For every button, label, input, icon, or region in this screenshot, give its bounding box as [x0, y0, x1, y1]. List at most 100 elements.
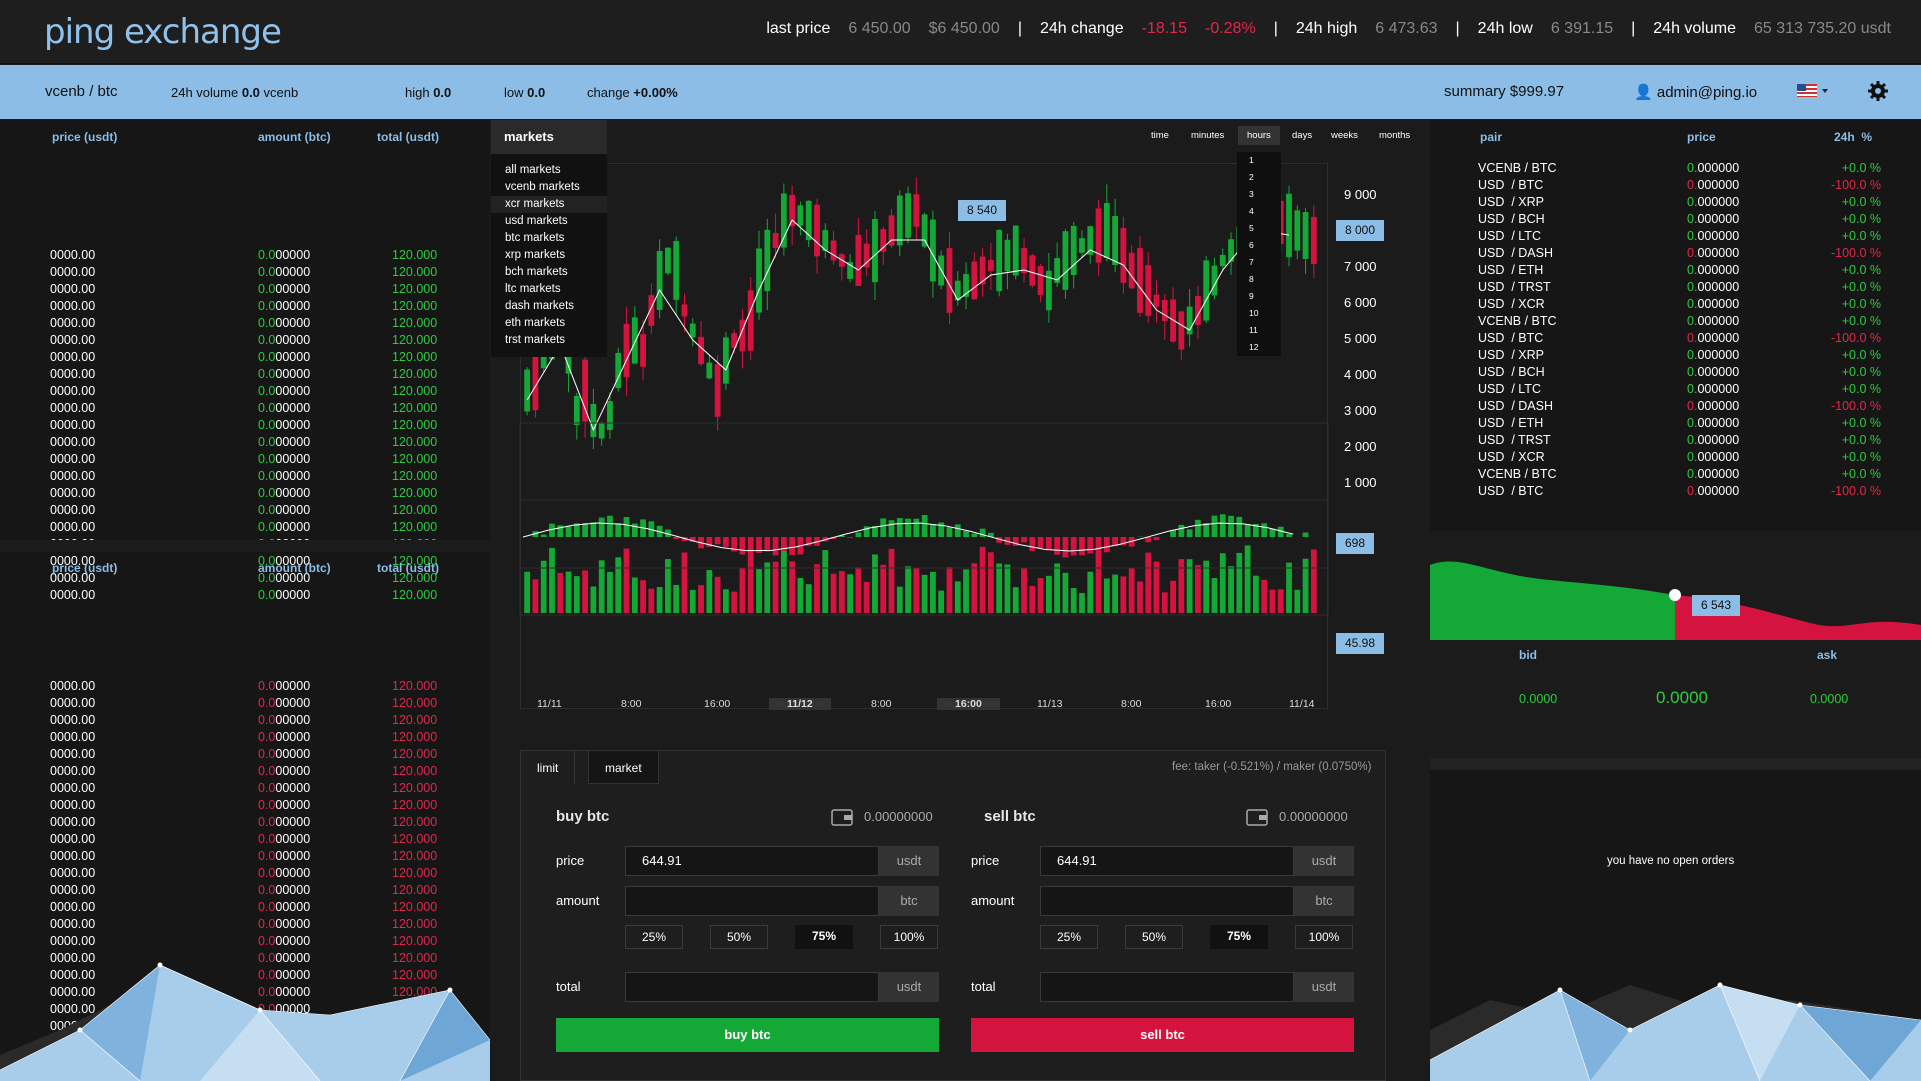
timeframe-tab-time[interactable]: time — [1151, 130, 1169, 141]
hour-option[interactable]: 9 — [1237, 288, 1281, 305]
order-row[interactable]: 0000.00 0.000000 120.000 — [0, 917, 490, 934]
order-row[interactable]: 0000.00 0.000000 120.000 — [0, 282, 490, 299]
markets-menu-item[interactable]: all markets — [491, 162, 607, 179]
order-row[interactable]: 0000.00 0.000000 120.000 — [0, 713, 490, 730]
hour-option[interactable]: 1 — [1237, 152, 1281, 169]
pair-row[interactable]: USD / XRP 0.000000 +0.0 % — [1430, 348, 1921, 365]
hour-option[interactable]: 3 — [1237, 186, 1281, 203]
buy-percent-75[interactable]: 75% — [795, 925, 853, 949]
order-row[interactable]: 0000.00 0.000000 120.000 — [0, 401, 490, 418]
depth-chart[interactable] — [1430, 545, 1921, 640]
tab-limit[interactable]: limit — [520, 750, 576, 784]
pair-row[interactable]: USD / XCR 0.000000 +0.0 % — [1430, 297, 1921, 314]
order-row[interactable]: 0000.00 0.000000 120.000 — [0, 350, 490, 367]
markets-menu[interactable]: markets all markets vcenb markets xcr mark… — [491, 120, 607, 357]
markets-menu-title[interactable]: markets — [491, 120, 607, 154]
markets-menu-item[interactable]: xcr markets — [491, 196, 607, 213]
order-row[interactable]: 0000.00 0.000000 120.000 — [0, 486, 490, 503]
sell-amount-input[interactable] — [1040, 886, 1294, 916]
pair-row[interactable]: USD / ETH 0.000000 +0.0 % — [1430, 416, 1921, 433]
order-row[interactable]: 0000.00 0.000000 120.000 — [0, 503, 490, 520]
language-selector[interactable] — [1797, 84, 1831, 101]
order-row[interactable]: 0000.00 0.000000 120.000 — [0, 764, 490, 781]
buy-percent-50[interactable]: 50% — [710, 925, 768, 949]
pair-row[interactable]: USD / LTC 0.000000 +0.0 % — [1430, 382, 1921, 399]
buy-total-input[interactable] — [625, 972, 879, 1002]
order-row[interactable]: 0000.00 0.000000 120.000 — [0, 900, 490, 917]
pair-row[interactable]: USD / LTC 0.000000 +0.0 % — [1430, 229, 1921, 246]
order-row[interactable]: 0000.00 0.000000 120.000 — [0, 435, 490, 452]
markets-menu-item[interactable]: usd markets — [491, 213, 607, 230]
order-row[interactable]: 0000.00 0.000000 120.000 — [0, 747, 490, 764]
timeframe-tab-months[interactable]: months — [1379, 130, 1410, 141]
order-row[interactable]: 0000.00 0.000000 120.000 — [0, 866, 490, 883]
markets-menu-item[interactable]: eth markets — [491, 315, 607, 332]
buy-price-input[interactable]: 644.91 — [625, 846, 879, 876]
buy-button[interactable]: buy btc — [556, 1018, 939, 1052]
hour-option[interactable]: 4 — [1237, 203, 1281, 220]
order-row[interactable]: 0000.00 0.000000 120.000 — [0, 832, 490, 849]
sell-price-input[interactable]: 644.91 — [1040, 846, 1294, 876]
order-row[interactable]: 0000.00 0.000000 120.000 — [0, 367, 490, 384]
timeframe-tab-days[interactable]: days — [1292, 130, 1312, 141]
pair-row[interactable]: VCENB / BTC 0.000000 +0.0 % — [1430, 314, 1921, 331]
pair-row[interactable]: USD / BTC 0.000000 -100.0 % — [1430, 331, 1921, 348]
markets-menu-item[interactable]: ltc markets — [491, 281, 607, 298]
buy-percent-25[interactable]: 25% — [625, 925, 683, 949]
order-row[interactable]: 0000.00 0.000000 120.000 — [0, 452, 490, 469]
markets-menu-item[interactable]: vcenb markets — [491, 179, 607, 196]
sell-percent-75[interactable]: 75% — [1210, 925, 1268, 949]
order-row[interactable]: 0000.00 0.000000 120.000 — [0, 815, 490, 832]
order-row[interactable]: 0000.00 0.000000 120.000 — [0, 248, 490, 265]
order-row[interactable]: 0000.00 0.000000 120.000 — [0, 316, 490, 333]
user-menu[interactable]: 👤 admin@ping.io — [1634, 83, 1757, 101]
markets-menu-item[interactable]: xrp markets — [491, 247, 607, 264]
order-row[interactable]: 0000.00 0.000000 120.000 — [0, 384, 490, 401]
hour-option[interactable]: 8 — [1237, 271, 1281, 288]
pair-row[interactable]: USD / XCR 0.000000 +0.0 % — [1430, 450, 1921, 467]
account-summary[interactable]: summary $999.97 — [1444, 83, 1564, 100]
pair-row[interactable]: USD / BCH 0.000000 +0.0 % — [1430, 212, 1921, 229]
markets-menu-item[interactable]: bch markets — [491, 264, 607, 281]
pair-row[interactable]: USD / BTC 0.000000 -100.0 % — [1430, 178, 1921, 195]
pair-row[interactable]: VCENB / BTC 0.000000 +0.0 % — [1430, 467, 1921, 484]
buy-amount-input[interactable] — [625, 886, 879, 916]
pair-row[interactable]: USD / ETH 0.000000 +0.0 % — [1430, 263, 1921, 280]
sell-percent-100[interactable]: 100% — [1295, 925, 1353, 949]
markets-menu-item[interactable]: btc markets — [491, 230, 607, 247]
hour-option[interactable]: 11 — [1237, 322, 1281, 339]
hour-option[interactable]: 12 — [1237, 339, 1281, 356]
hour-option[interactable]: 5 — [1237, 220, 1281, 237]
order-row[interactable]: 0000.00 0.000000 120.000 — [0, 696, 490, 713]
order-row[interactable]: 0000.00 0.000000 120.000 — [0, 781, 490, 798]
order-row[interactable]: 0000.00 0.000000 120.000 — [0, 418, 490, 435]
pair-row[interactable]: USD / TRST 0.000000 +0.0 % — [1430, 433, 1921, 450]
timeframe-tab-hours[interactable]: hours — [1238, 126, 1280, 145]
sell-button[interactable]: sell btc — [971, 1018, 1354, 1052]
pair-row[interactable]: USD / DASH 0.000000 -100.0 % — [1430, 399, 1921, 416]
hours-dropdown[interactable]: 1 2 3 4 5 6 7 8 9 10 11 12 — [1237, 152, 1281, 356]
timeframe-tab-weeks[interactable]: weeks — [1331, 130, 1358, 141]
sell-percent-25[interactable]: 25% — [1040, 925, 1098, 949]
sell-percent-50[interactable]: 50% — [1125, 925, 1183, 949]
logo[interactable]: ping exchange — [44, 12, 282, 52]
order-row[interactable]: 0000.00 0.000000 120.000 — [0, 299, 490, 316]
order-row[interactable]: 0000.00 0.000000 120.000 — [0, 883, 490, 900]
pair-row[interactable]: USD / XRP 0.000000 +0.0 % — [1430, 195, 1921, 212]
order-row[interactable]: 0000.00 0.000000 120.000 — [0, 520, 490, 537]
order-row[interactable]: 0000.00 0.000000 120.000 — [0, 469, 490, 486]
markets-menu-item[interactable]: trst markets — [491, 332, 607, 349]
timeframe-tab-minutes[interactable]: minutes — [1191, 130, 1224, 141]
hour-option[interactable]: 10 — [1237, 305, 1281, 322]
pair-row[interactable]: VCENB / BTC 0.000000 +0.0 % — [1430, 161, 1921, 178]
order-row[interactable]: 0000.00 0.000000 120.000 — [0, 588, 490, 605]
pair-selector[interactable]: vcenb / btc — [45, 83, 118, 100]
hour-option[interactable]: 7 — [1237, 254, 1281, 271]
settings-button[interactable] — [1868, 81, 1888, 104]
pair-row[interactable]: USD / TRST 0.000000 +0.0 % — [1430, 280, 1921, 297]
pair-row[interactable]: USD / BTC 0.000000 -100.0 % — [1430, 484, 1921, 501]
markets-menu-item[interactable]: dash markets — [491, 298, 607, 315]
hour-option[interactable]: 6 — [1237, 237, 1281, 254]
order-row[interactable]: 0000.00 0.000000 120.000 — [0, 333, 490, 350]
order-row[interactable]: 0000.00 0.000000 120.000 — [0, 849, 490, 866]
